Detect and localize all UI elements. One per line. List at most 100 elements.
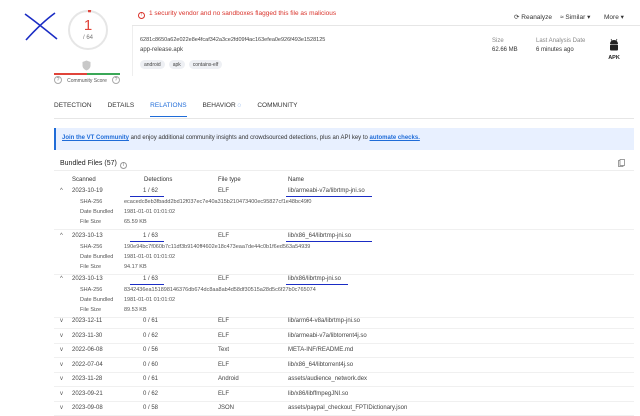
sha256-label: SHA-256 bbox=[80, 244, 103, 250]
alert-icon: ! bbox=[138, 12, 145, 19]
bundled-file-name[interactable]: lib/x86/librtmp-jni.so bbox=[288, 276, 341, 282]
expand-chevron-icon[interactable]: v bbox=[60, 405, 63, 411]
file-size-label: File Size bbox=[80, 264, 102, 270]
community-question-icon-right[interactable]: ? bbox=[112, 76, 120, 84]
analysis-date-value: 6 minutes ago bbox=[536, 47, 574, 53]
row-separator bbox=[54, 274, 634, 275]
sha256-value[interactable]: 190e94bc7f060b7c11df3b9140ff4602e18c473e… bbox=[124, 244, 310, 250]
bundled-file-date: 2022-07-04 bbox=[72, 361, 103, 368]
expand-chevron-icon[interactable]: v bbox=[60, 376, 63, 382]
bundled-file-name[interactable]: lib/x86_64/librtmp-jni.so bbox=[288, 233, 351, 239]
similar-icon: ≈ bbox=[560, 14, 564, 21]
bundled-separator bbox=[54, 170, 634, 171]
tab-bar: DETECTION DETAILS RELATIONS BEHAVIOR ◌ C… bbox=[54, 102, 313, 117]
annotation-cross-mark bbox=[24, 12, 58, 41]
tab-behavior[interactable]: BEHAVIOR ◌ bbox=[203, 102, 242, 117]
bundled-file-detections[interactable]: 0 / 62 bbox=[143, 391, 158, 397]
info-icon[interactable]: i bbox=[119, 162, 127, 169]
detections-underline-annotation bbox=[130, 241, 164, 243]
column-header-name[interactable]: Name bbox=[288, 177, 304, 183]
join-community-link[interactable]: Join the VT Community bbox=[62, 135, 129, 141]
bundled-file-detections[interactable]: 1 / 63 bbox=[143, 233, 158, 239]
community-score-label: Community Score bbox=[67, 78, 107, 84]
bundled-file-date: 2023-09-08 bbox=[72, 405, 103, 411]
date-bundled-value: 1981-01-01 01:01:02 bbox=[124, 209, 176, 215]
bundled-file-date: 2023-10-13 bbox=[72, 276, 103, 282]
bundled-file-type: ELF bbox=[218, 390, 230, 397]
collapse-chevron-icon[interactable]: ^ bbox=[60, 276, 63, 282]
expand-chevron-icon[interactable]: v bbox=[60, 318, 63, 324]
community-banner: Join the VT Community and enjoy addition… bbox=[54, 128, 634, 150]
tab-detection[interactable]: DETECTION bbox=[54, 102, 92, 117]
file-tag[interactable]: contains-elf bbox=[188, 60, 223, 69]
bundled-file-type: Text bbox=[218, 347, 230, 353]
analysis-date-block: Last Analysis Date 6 minutes ago bbox=[536, 38, 585, 53]
bundled-file-type: ELF bbox=[218, 233, 230, 239]
bundled-file-name[interactable]: lib/arm64-v8a/librtmp-jni.so bbox=[288, 318, 360, 324]
bundled-file-name[interactable]: META-INF/README.md bbox=[288, 347, 353, 353]
expand-chevron-icon[interactable]: v bbox=[60, 362, 63, 368]
bundled-file-name[interactable]: lib/x86_64/libtorrent4j.so bbox=[288, 362, 353, 368]
bundled-file-detections[interactable]: 0 / 56 bbox=[143, 347, 158, 353]
automate-checks-link[interactable]: automate checks. bbox=[370, 135, 420, 141]
name-underline-annotation bbox=[286, 284, 348, 286]
tab-relations[interactable]: RELATIONS bbox=[150, 102, 187, 117]
expand-chevron-icon[interactable]: v bbox=[60, 347, 63, 353]
column-header-detections[interactable]: Detections bbox=[144, 177, 172, 183]
bundled-file-name[interactable]: assets/paypal_checkout_FPTIDictionary.js… bbox=[288, 405, 407, 411]
community-score-bar bbox=[54, 73, 120, 75]
collapse-chevron-icon[interactable]: ^ bbox=[60, 188, 63, 194]
column-header-scanned[interactable]: Scanned bbox=[72, 177, 96, 183]
column-header-file-type[interactable]: File type bbox=[218, 177, 241, 183]
bundled-file-detections[interactable]: 0 / 61 bbox=[143, 376, 158, 382]
sha256-value[interactable]: ecacedc8eb3fbadd2bd12f037ec7e40a315b2104… bbox=[124, 199, 311, 205]
tab-details[interactable]: DETAILS bbox=[108, 102, 135, 117]
row-separator bbox=[54, 342, 634, 344]
bundled-file-type: ELF bbox=[218, 318, 230, 324]
bundled-file-name[interactable]: lib/armeabi-v7a/librtmp-jni.so bbox=[288, 188, 365, 194]
file-hash[interactable]: 6281c8650a62e022e8e4fcaf342a3ce2fd09f4ac… bbox=[140, 37, 325, 43]
bundled-file-name[interactable]: assets/audience_network.dex bbox=[288, 376, 367, 382]
bundled-file-name[interactable]: lib/x86/libffmpegJNI.so bbox=[288, 391, 348, 397]
file-tag[interactable]: apk bbox=[168, 60, 185, 69]
bundled-file-detections[interactable]: 1 / 62 bbox=[143, 188, 158, 194]
bundled-file-date: 2022-06-08 bbox=[72, 347, 103, 353]
name-underline-annotation bbox=[286, 196, 372, 198]
malicious-alert: ! 1 security vendor and no sandboxes flag… bbox=[138, 10, 336, 19]
expand-chevron-icon[interactable]: v bbox=[60, 391, 63, 397]
expand-chevron-icon[interactable]: v bbox=[60, 333, 63, 339]
similar-button[interactable]: ≈ Similar ▾ bbox=[560, 13, 590, 21]
row-separator bbox=[54, 400, 634, 402]
sha256-label: SHA-256 bbox=[80, 199, 103, 205]
collapse-chevron-icon[interactable]: ^ bbox=[60, 233, 63, 239]
bundled-file-type: JSON bbox=[218, 405, 235, 411]
bundled-file-detections[interactable]: 0 / 61 bbox=[143, 318, 158, 324]
date-bundled-label: Date Bundled bbox=[80, 254, 114, 260]
date-bundled-value: 1981-01-01 01:01:02 bbox=[124, 254, 176, 260]
more-button[interactable]: More ▾ bbox=[604, 13, 624, 21]
android-icon bbox=[610, 38, 618, 51]
sha256-value[interactable]: 8342436ea151898146376db674dc8aa8ab4d58df… bbox=[124, 287, 316, 293]
bundled-file-detections[interactable]: 0 / 62 bbox=[143, 333, 158, 339]
file-tag[interactable]: android bbox=[140, 60, 165, 69]
banner-text: and enjoy additional community insights … bbox=[129, 135, 370, 141]
bundled-file-type: ELF bbox=[218, 361, 230, 368]
reanalyze-icon: ⟳ bbox=[514, 14, 520, 21]
bundled-files-count: (57) bbox=[104, 160, 117, 167]
tab-community[interactable]: COMMUNITY bbox=[257, 102, 297, 117]
file-size-value: 94.17 KB bbox=[124, 264, 147, 270]
row-separator bbox=[54, 357, 634, 358]
reanalyze-button[interactable]: ⟳ Reanalyze bbox=[514, 13, 552, 21]
file-size-value: 65.59 KB bbox=[124, 219, 147, 225]
file-type-label: APK bbox=[608, 55, 620, 61]
bundled-file-detections[interactable]: 0 / 58 bbox=[143, 405, 158, 411]
sha256-label: SHA-256 bbox=[80, 287, 103, 293]
loading-spinner-icon: ◌ bbox=[237, 102, 242, 109]
bundled-file-detections[interactable]: 1 / 63 bbox=[143, 276, 158, 282]
more-label: More bbox=[604, 14, 619, 21]
header-divider bbox=[132, 26, 133, 76]
bundled-file-name[interactable]: lib/armeabi-v7a/libtorrent4j.so bbox=[288, 333, 367, 339]
bundled-files-label: Bundled Files bbox=[60, 160, 103, 167]
bundled-file-detections[interactable]: 0 / 60 bbox=[143, 362, 158, 368]
copy-icon[interactable] bbox=[618, 159, 625, 167]
